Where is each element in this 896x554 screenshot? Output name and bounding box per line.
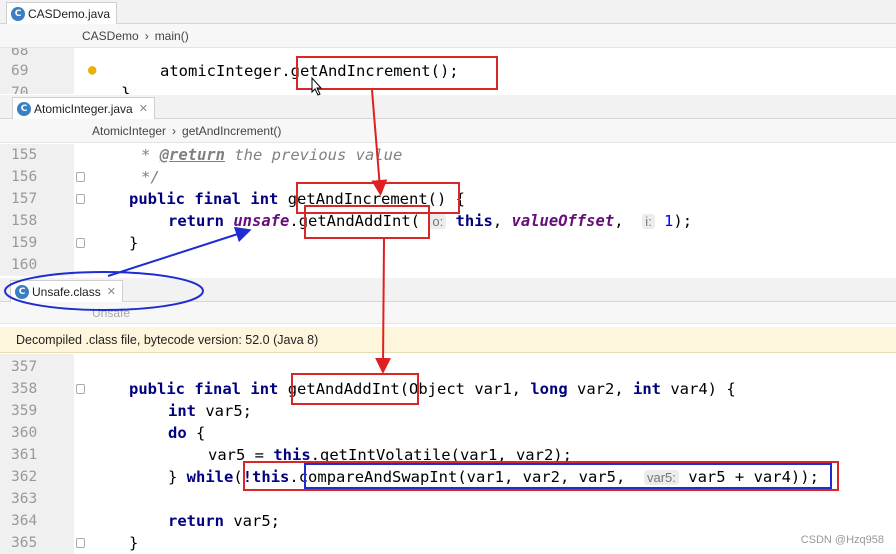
arrow-blue — [107, 226, 252, 277]
watermark: CSDN @Hzq958 — [800, 534, 884, 546]
arrow-red — [375, 238, 392, 374]
annotation-overlay — [4, 76, 392, 374]
arrow-red — [371, 89, 388, 196]
highlight-ellipse — [4, 271, 204, 311]
cursor-icon — [311, 76, 323, 96]
